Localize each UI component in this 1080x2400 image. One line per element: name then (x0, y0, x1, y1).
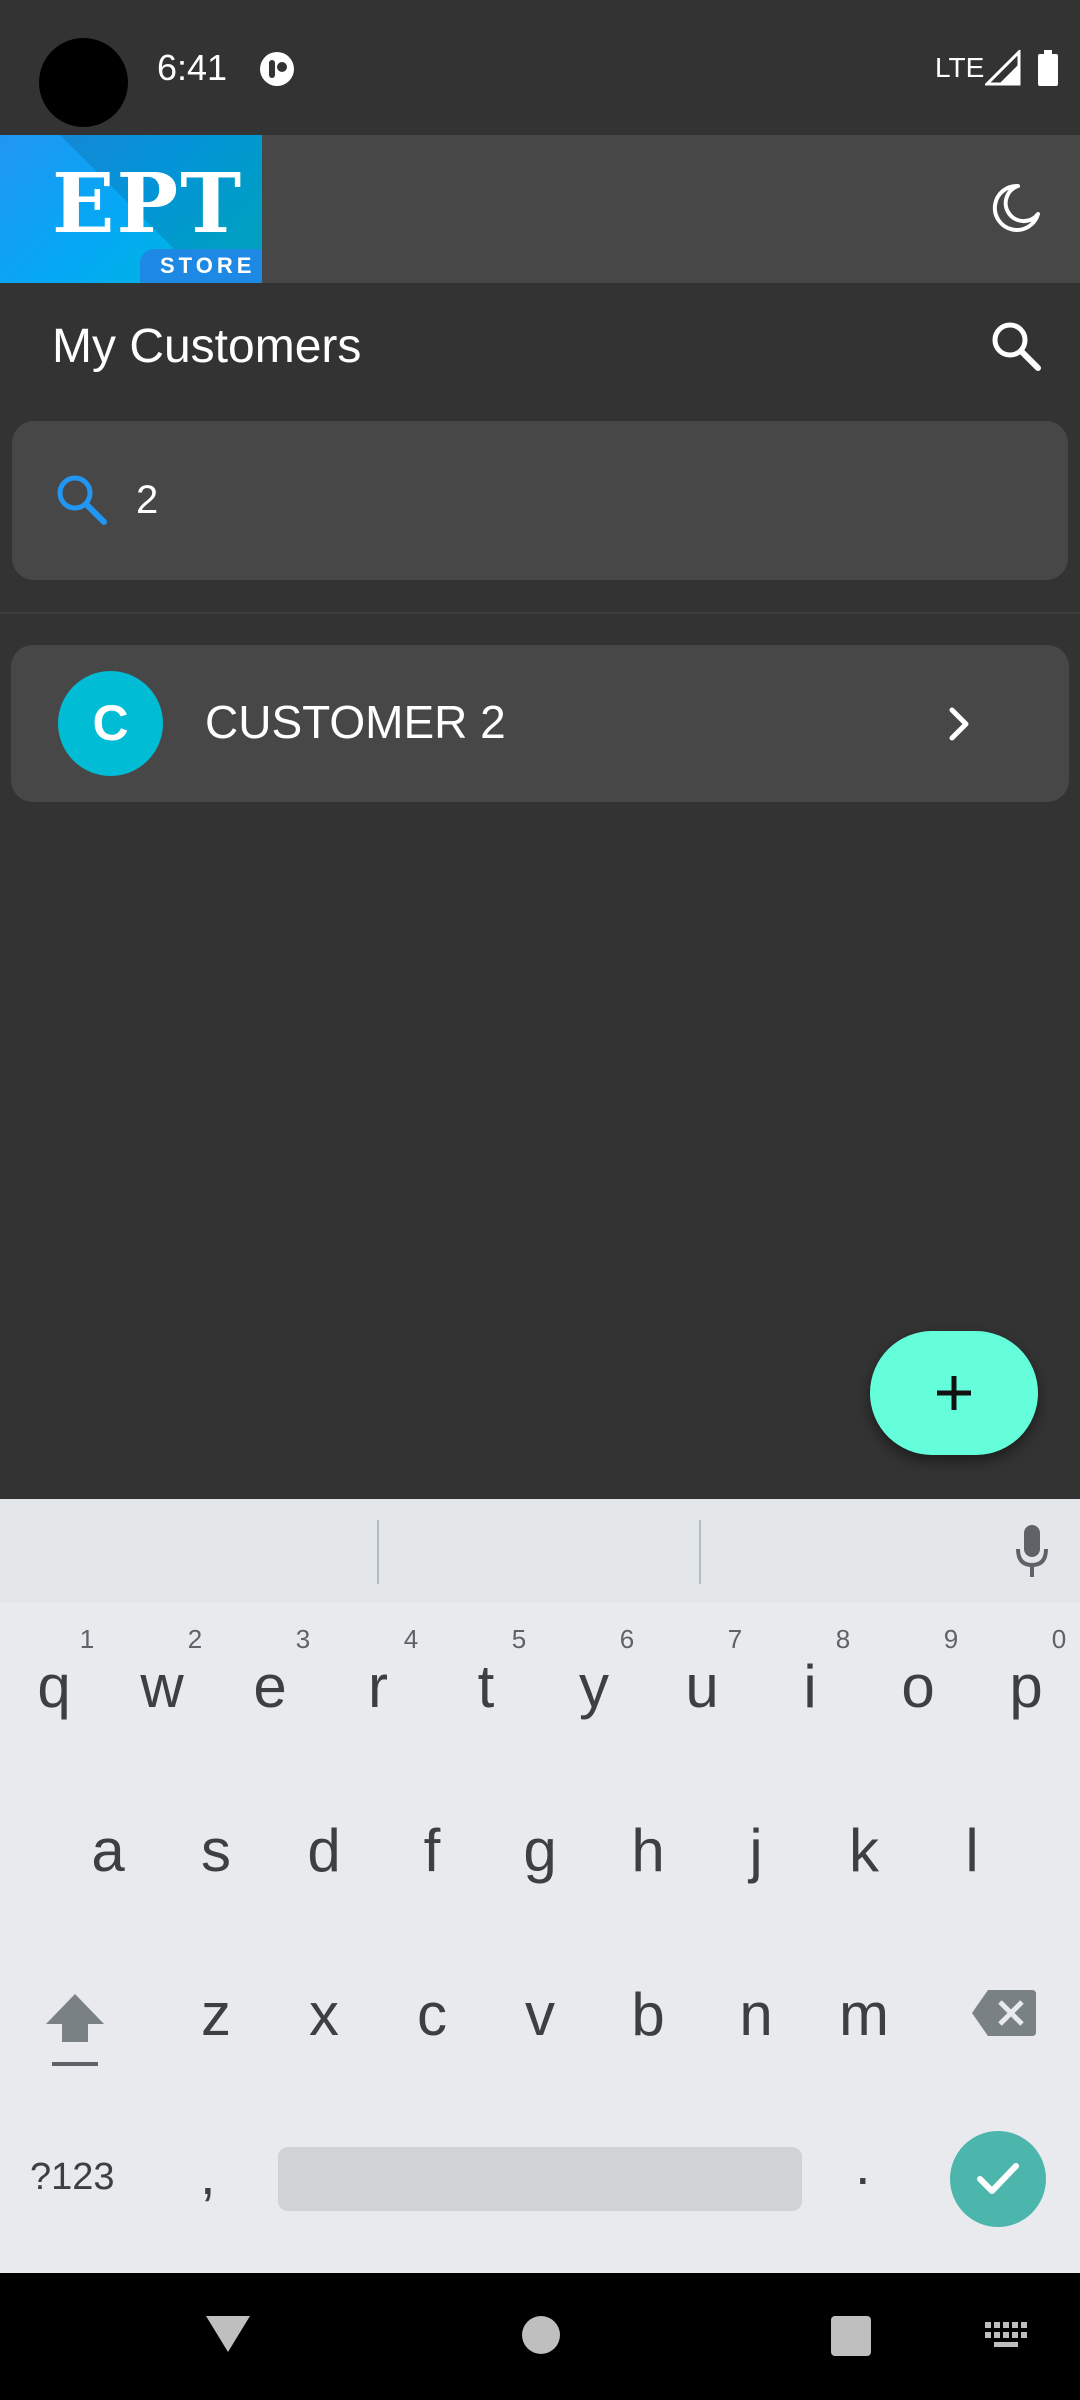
check-icon (977, 2163, 1019, 2194)
backspace-icon[interactable] (970, 1988, 1038, 2038)
key-s[interactable]: s (166, 1816, 266, 1886)
key-v[interactable]: v (490, 1980, 590, 2050)
moon-icon[interactable] (988, 180, 1044, 236)
chevron-right-icon (949, 707, 969, 741)
home-button[interactable] (522, 2316, 560, 2354)
customer-avatar: C (58, 671, 163, 776)
key-e[interactable]: e (220, 1652, 320, 1722)
logo-sub-text: STORE (160, 253, 256, 278)
key-p[interactable]: p (976, 1652, 1076, 1722)
search-icon[interactable] (988, 318, 1044, 374)
search-input[interactable] (136, 470, 1016, 530)
network-type: LTE (935, 52, 985, 83)
key-r[interactable]: r (328, 1652, 428, 1722)
signal-icon (985, 50, 1021, 86)
key-hint: 3 (295, 1624, 311, 1654)
logo-main-text: EPT (52, 156, 244, 252)
comma-key[interactable]: , (200, 2147, 216, 2203)
keyboard-suggestion-strip (0, 1499, 1080, 1603)
store-logo: EPT STORE (0, 135, 262, 283)
key-k[interactable]: k (814, 1816, 914, 1886)
shift-icon[interactable] (42, 1990, 108, 2072)
key-j[interactable]: j (706, 1816, 806, 1886)
key-f[interactable]: f (382, 1816, 482, 1886)
key-hint: 4 (403, 1624, 419, 1654)
key-hint: 0 (1051, 1624, 1067, 1654)
notification-app-icon (260, 52, 294, 86)
key-x[interactable]: x (274, 1980, 374, 2050)
key-o[interactable]: o (868, 1652, 968, 1722)
key-w[interactable]: w (112, 1652, 212, 1722)
key-b[interactable]: b (598, 1980, 698, 2050)
key-z[interactable]: z (166, 1980, 266, 2050)
key-hint: 2 (187, 1624, 203, 1654)
key-a[interactable]: a (58, 1816, 158, 1886)
customer-name: CUSTOMER 2 (205, 696, 506, 748)
key-q[interactable]: q (4, 1652, 104, 1722)
key-n[interactable]: n (706, 1980, 806, 2050)
key-d[interactable]: d (274, 1816, 374, 1886)
customer-list-item[interactable] (11, 645, 1069, 802)
symbols-key[interactable]: ?123 (30, 2152, 115, 2202)
recents-button[interactable] (831, 2316, 871, 2356)
key-hint: 6 (619, 1624, 635, 1654)
page-title: My Customers (52, 320, 362, 373)
back-icon[interactable] (204, 2312, 252, 2356)
key-hint: 7 (727, 1624, 743, 1654)
key-h[interactable]: h (598, 1816, 698, 1886)
key-g[interactable]: g (490, 1816, 590, 1886)
key-hint: 9 (943, 1624, 959, 1654)
period-key[interactable]: . (855, 2137, 871, 2193)
key-y[interactable]: y (544, 1652, 644, 1722)
key-i[interactable]: i (760, 1652, 860, 1722)
suggestion-separator (377, 1520, 379, 1584)
space-key[interactable] (278, 2147, 802, 2211)
key-hint: 1 (79, 1624, 95, 1654)
key-c[interactable]: c (382, 1980, 482, 2050)
key-hint: 5 (511, 1624, 527, 1654)
suggestion-separator (699, 1520, 701, 1584)
search-field-icon (57, 475, 107, 525)
status-time: 6:41 (157, 47, 228, 88)
plus-icon (937, 1376, 971, 1410)
microphone-icon[interactable] (1012, 1523, 1052, 1579)
key-u[interactable]: u (652, 1652, 752, 1722)
key-hint: 8 (835, 1624, 851, 1654)
key-t[interactable]: t (436, 1652, 536, 1722)
camera-cutout (39, 38, 128, 127)
divider (0, 612, 1080, 614)
battery-icon (1038, 50, 1058, 86)
key-m[interactable]: m (814, 1980, 914, 2050)
keyboard-switch-icon[interactable] (985, 2322, 1029, 2348)
key-l[interactable]: l (922, 1816, 1022, 1886)
